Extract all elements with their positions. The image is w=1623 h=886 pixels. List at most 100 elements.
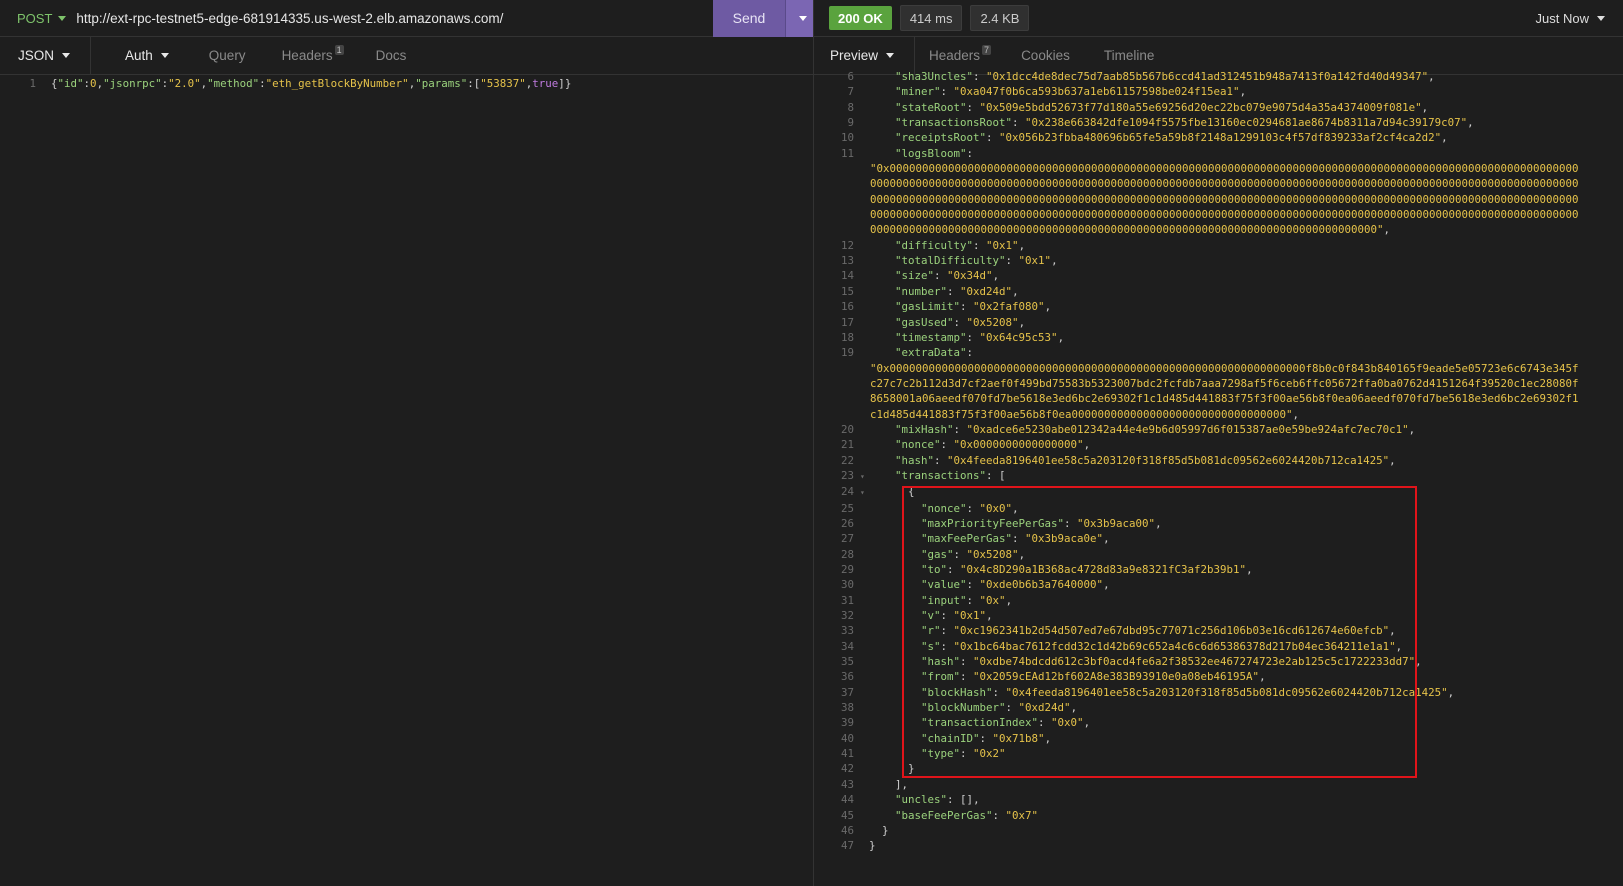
line-number: 25 — [840, 501, 854, 515]
status-badge: 200 OK — [829, 6, 892, 30]
json-punct: : — [992, 808, 1006, 822]
method-dropdown[interactable]: POST — [17, 11, 67, 26]
code-line: 47} — [814, 838, 1623, 853]
line-number: 30 — [840, 578, 854, 592]
line-number: 10 — [840, 131, 854, 145]
json-punct: : — [940, 609, 954, 623]
code-line: 12 "difficulty": "0x1", — [814, 238, 1623, 253]
code-line: 23 ▾ "transactions": [ — [814, 468, 1623, 484]
json-punct: : — [966, 593, 980, 607]
json-key: "number" — [895, 284, 948, 298]
json-value: "0x4c8D290a1B368ac4728d83a9e8321fC3af2b3… — [960, 563, 1247, 576]
json-key: "nonce" — [895, 438, 941, 452]
json-value: "0x2059cEAd12bf602A8e383B93910e0a08eb461… — [973, 670, 1260, 684]
json-key: "transactions" — [895, 468, 987, 482]
fold-arrow-icon[interactable]: ▾ — [860, 485, 869, 500]
json-key: "uncles" — [895, 793, 948, 807]
json-punct: , — [1103, 532, 1110, 546]
json-punct: : — [953, 422, 967, 436]
line-number: 18 — [840, 330, 854, 344]
json-punct: : — [960, 670, 974, 684]
json-key: "difficulty" — [895, 238, 974, 252]
history-dropdown[interactable]: Just Now — [1536, 11, 1605, 26]
send-options-button[interactable] — [785, 0, 813, 37]
json-punct: : — [979, 731, 993, 745]
line-number: 44 — [840, 793, 854, 807]
code-line: 32 "v": "0x1", — [814, 608, 1623, 623]
json-punct: , — [1246, 563, 1253, 576]
json-punct: : — [1005, 254, 1019, 268]
json-punct: : — [966, 501, 980, 515]
code-line: 7 "miner": "0xa047f0b6ca593b637a1eb61157… — [814, 84, 1623, 99]
line-number: 43 — [840, 777, 854, 791]
chevron-down-icon — [160, 53, 169, 58]
line-number: 20 — [840, 422, 854, 436]
json-punct: { — [908, 485, 915, 499]
code-line: 30 "value": "0xde0b6b3a7640000", — [814, 577, 1623, 592]
json-key: "logsBloom" — [895, 146, 967, 160]
code-line: 20 "mixHash": "0xadce6e5230abe012342a44e… — [814, 422, 1623, 437]
line-number: 42 — [840, 762, 854, 776]
url-input[interactable]: http://ext-rpc-testnet5-edge-681914335.u… — [76, 11, 713, 26]
json-value: "0x509e5bdd52673f77d180a55e69256d20ec22b… — [979, 100, 1422, 114]
json-punct: , — [1389, 453, 1396, 467]
json-punct: : — [934, 269, 948, 283]
json-value: "0x3b9aca0e" — [1025, 532, 1104, 546]
json-key: "baseFeePerGas" — [895, 808, 993, 822]
tab-auth[interactable]: Auth — [91, 37, 187, 74]
tab-label: Headers — [929, 48, 981, 63]
json-value: "0x4feeda8196401ee58c5a203120f318f85d5b0… — [1005, 685, 1448, 699]
json-punct: , — [1083, 716, 1091, 730]
history-label: Just Now — [1535, 10, 1589, 26]
line-number: 36 — [840, 670, 854, 684]
request-body-editor[interactable]: 1 {"id":0,"jsonrpc":"2.0","method":"eth_g… — [8, 76, 571, 91]
json-punct: ], — [895, 777, 909, 791]
line-number: 12 — [840, 238, 854, 252]
code-line: 17 "gasUsed": "0x5208", — [814, 315, 1623, 330]
json-punct: , — [1408, 422, 1416, 436]
json-key: "transactionsRoot" — [895, 116, 1013, 130]
json-key: "to" — [921, 563, 948, 576]
code-line: 29 "to": "0x4c8D290a1B368ac4728d83a9e832… — [814, 562, 1623, 577]
response-status-bar: 200 OK 414 ms 2.4 KB Just Now — [814, 0, 1623, 37]
json-value: "0xa047f0b6ca593b637a1eb6115759​8be024f1… — [953, 85, 1240, 99]
tab-body-type[interactable]: JSON — [0, 37, 92, 74]
tab-docs[interactable]: Docs — [362, 37, 425, 74]
line-number: 14 — [840, 269, 854, 283]
json-value: "0x5208" — [966, 547, 1019, 561]
fold-arrow-icon[interactable]: ▾ — [860, 469, 869, 484]
json-punct: , — [1467, 116, 1474, 130]
json-punct: : — [1012, 116, 1026, 130]
code-line: 43 ], — [814, 777, 1623, 792]
code-line: 9 "transactionsRoot": "0x238e663842dfe10… — [814, 115, 1623, 130]
json-key: "v" — [921, 609, 941, 623]
code-line: 37 "blockHash": "0x4feeda8196401ee58c5a2… — [814, 685, 1623, 700]
tab-query[interactable]: Query — [187, 37, 264, 74]
line-number: 22 — [840, 453, 854, 467]
json-punct: : — [986, 131, 1000, 145]
response-body-viewer[interactable]: 6 "sha3Uncles": "0x1dcc4de8dec75d7aab85b… — [814, 69, 1623, 886]
json-punct: , — [1389, 624, 1396, 638]
code-line: 6 "sha3Uncles": "0x1dcc4de8dec75d7aab85b… — [814, 69, 1623, 84]
tab-headers[interactable]: Headers 1 — [264, 37, 362, 74]
code-line: 45 "baseFeePerGas": "0x7" — [814, 808, 1623, 823]
json-key: "jsonrpc" — [103, 77, 162, 90]
send-button[interactable]: Send — [713, 0, 785, 37]
json-key: "extraData" — [895, 346, 967, 360]
json-punct: : — [1064, 516, 1078, 530]
json-key: "input" — [921, 593, 967, 607]
line-number: 26 — [840, 516, 854, 530]
json-punct: : — [973, 238, 987, 252]
json-value: "0xadce6e5230abe012342a44e4e9b6d05997d6f… — [966, 422, 1409, 436]
